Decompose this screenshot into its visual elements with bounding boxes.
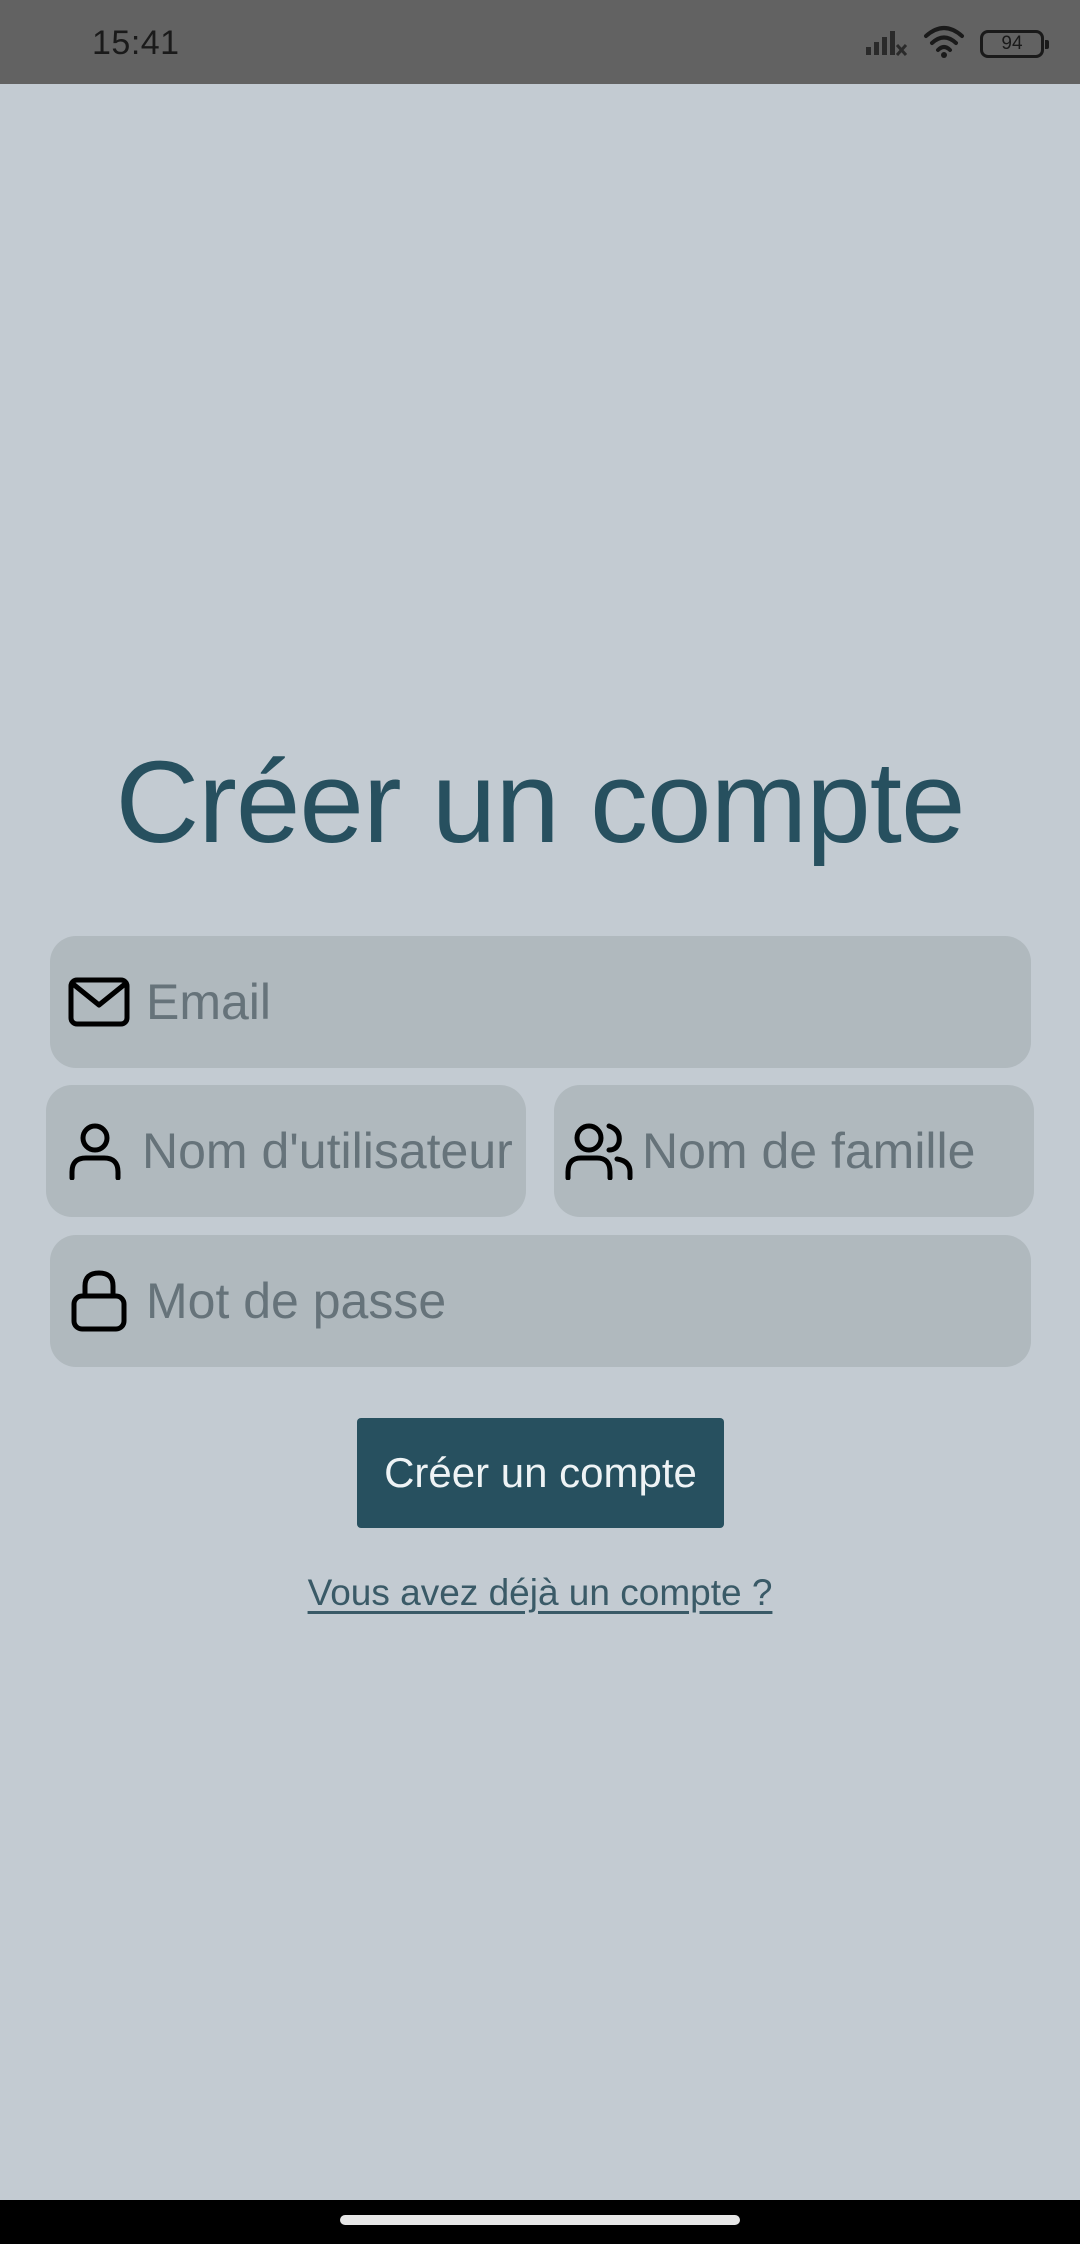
family-name-input[interactable]	[642, 1122, 1034, 1180]
username-input[interactable]	[142, 1122, 526, 1180]
status-time: 15:41	[92, 24, 180, 62]
signal-icon	[864, 25, 908, 64]
username-field[interactable]	[46, 1085, 526, 1217]
lock-icon	[64, 1270, 134, 1332]
status-bar: 15:41 94	[0, 0, 1080, 84]
login-link[interactable]: Vous avez déjà un compte ?	[0, 1572, 1080, 1614]
user-icon	[60, 1122, 130, 1180]
page-title: Créer un compte	[115, 737, 966, 867]
email-field[interactable]	[50, 936, 1031, 1068]
family-name-field[interactable]	[554, 1085, 1034, 1217]
status-icons: 94	[864, 24, 1049, 65]
email-input[interactable]	[146, 973, 1031, 1031]
mail-icon	[64, 977, 134, 1027]
password-input[interactable]	[146, 1272, 1031, 1330]
password-field[interactable]	[50, 1235, 1031, 1367]
wifi-icon	[922, 24, 966, 65]
battery-icon: 94	[980, 30, 1049, 58]
home-indicator[interactable]	[340, 2215, 740, 2225]
create-account-button[interactable]: Créer un compte	[357, 1418, 724, 1528]
users-icon	[564, 1122, 634, 1180]
battery-level: 94	[1001, 33, 1023, 54]
